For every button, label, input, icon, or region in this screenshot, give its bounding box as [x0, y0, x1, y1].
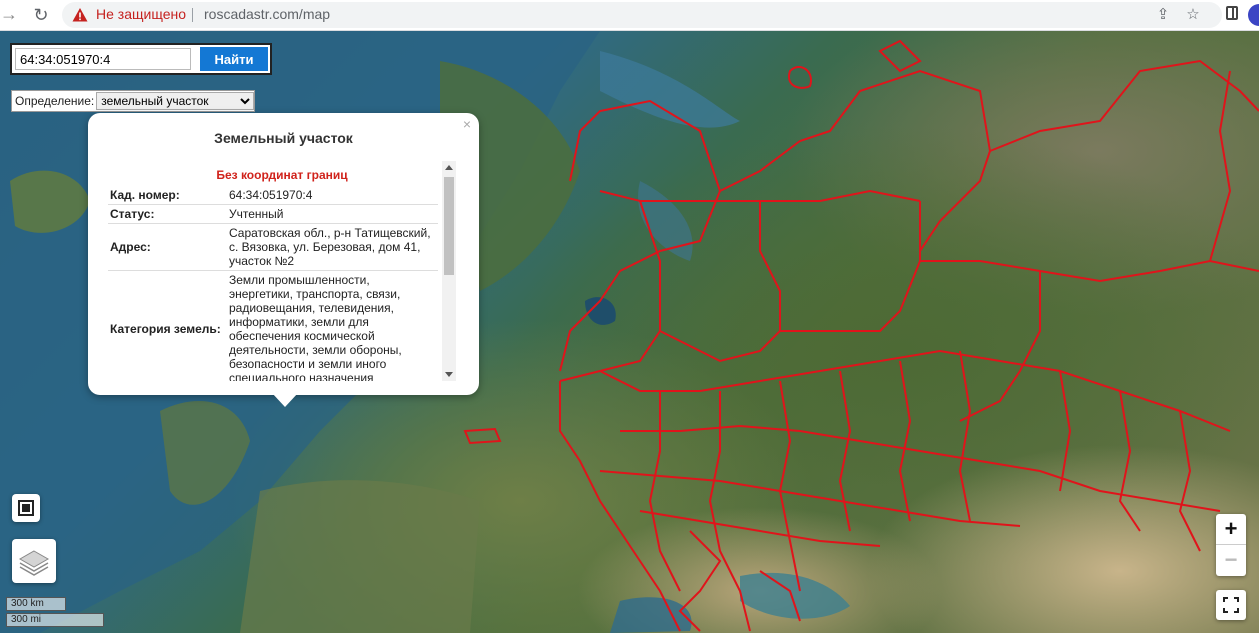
- url-text[interactable]: roscadastr.com/map: [204, 6, 330, 22]
- parcel-info-table: Кад. номер: 64:34:051970:4 Статус: Учтен…: [108, 186, 438, 381]
- omnibox-divider: [192, 8, 193, 22]
- scale-km: 300 km: [6, 597, 66, 611]
- table-row: Кад. номер: 64:34:051970:4: [108, 186, 438, 205]
- scroll-up-icon[interactable]: [445, 165, 453, 170]
- zoom-out-button[interactable]: −: [1216, 545, 1246, 575]
- caspian-sea: [740, 572, 850, 619]
- warning-icon: [72, 8, 88, 22]
- field-value: Учтенный: [227, 204, 438, 224]
- fullscreen-icon: [1223, 597, 1239, 613]
- cadastral-search: Найти: [10, 43, 272, 75]
- film-strip-icon: [18, 500, 34, 516]
- browser-toolbar: → ↻ Не защищено roscadastr.com/map ⇪ ☆: [0, 0, 1259, 31]
- reload-icon[interactable]: ↻: [30, 4, 52, 26]
- table-row: Адрес: Саратовская обл., р-н Татищевский…: [108, 223, 438, 271]
- address-bar[interactable]: Не защищено roscadastr.com/map ⇪ ☆: [62, 2, 1222, 28]
- scale-mi: 300 mi: [6, 613, 104, 627]
- side-panel-icon[interactable]: [1226, 6, 1238, 20]
- field-label: Адрес:: [108, 223, 227, 271]
- no-bounds-warning: Без координат границ: [216, 168, 348, 182]
- find-button[interactable]: Найти: [200, 47, 268, 71]
- region-borders: [463, 39, 1259, 632]
- map-canvas[interactable]: Найти Определение: земельный участок × З…: [0, 31, 1259, 633]
- field-label: Категория земель:: [108, 270, 227, 381]
- popup-pointer: [272, 393, 298, 407]
- zoom-control: + −: [1216, 514, 1246, 576]
- definition-row: Определение: земельный участок: [11, 90, 256, 112]
- fullscreen-button[interactable]: [1216, 590, 1246, 620]
- layers-button[interactable]: [12, 539, 56, 583]
- star-icon[interactable]: ☆: [1184, 6, 1202, 24]
- popup-content[interactable]: Без координат границ Кад. номер: 64:34:0…: [108, 165, 456, 381]
- field-label: Кад. номер:: [108, 186, 227, 205]
- profile-avatar[interactable]: [1248, 4, 1259, 26]
- definition-select[interactable]: земельный участок: [96, 92, 255, 110]
- field-value: Саратовская обл., р-н Татищевский, с. Вя…: [227, 223, 438, 271]
- field-label: Статус:: [108, 204, 227, 224]
- cadastral-number-input[interactable]: [15, 48, 191, 70]
- definition-label: Определение:: [15, 94, 95, 108]
- white-sea: [600, 51, 740, 128]
- field-value: Земли промышленности, энергетики, трансп…: [227, 270, 438, 381]
- film-strip-button[interactable]: [12, 494, 40, 522]
- share-icon[interactable]: ⇪: [1154, 6, 1172, 24]
- europe-land: [240, 480, 480, 633]
- table-row: Статус: Учтенный: [108, 204, 438, 224]
- field-value: 64:34:051970:4: [227, 186, 438, 205]
- zoom-in-button[interactable]: +: [1216, 514, 1246, 545]
- layers-icon: [18, 550, 50, 576]
- popup-scrollbar[interactable]: [442, 161, 456, 381]
- info-popup: × Земельный участок Без координат границ…: [88, 113, 479, 395]
- back-arrow-icon[interactable]: →: [0, 4, 18, 24]
- table-row: Категория земель: Земли промышленности, …: [108, 270, 438, 381]
- popup-title: Земельный участок: [214, 130, 353, 146]
- scroll-thumb[interactable]: [444, 177, 454, 275]
- scroll-down-icon[interactable]: [445, 372, 453, 377]
- security-status[interactable]: Не защищено: [96, 6, 186, 22]
